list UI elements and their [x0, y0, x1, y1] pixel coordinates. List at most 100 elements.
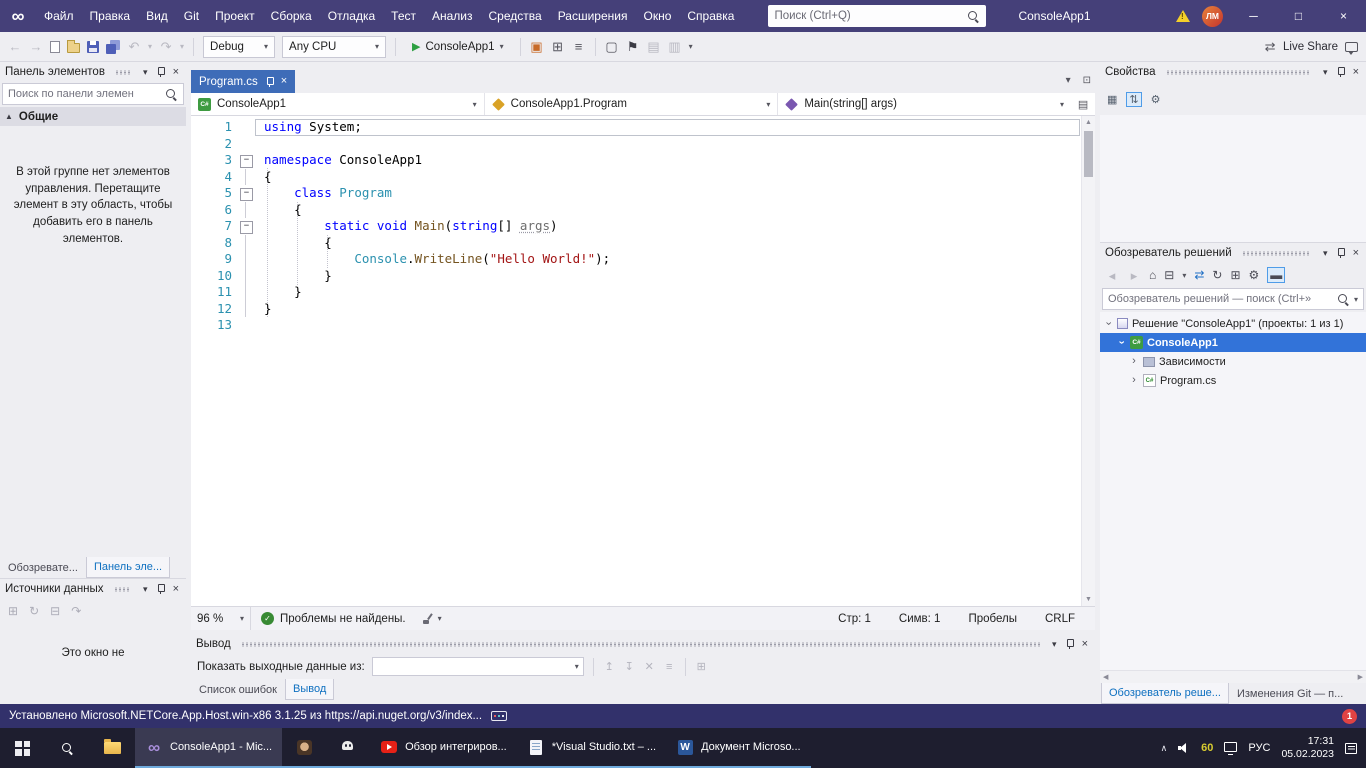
close-icon[interactable]: ×: [171, 583, 181, 595]
menu-item[interactable]: Сборка: [263, 0, 320, 32]
tab-close-icon[interactable]: ×: [281, 76, 287, 87]
properties-icon[interactable]: ⚙: [1249, 268, 1260, 282]
taskbar-app-youtube[interactable]: Обзор интегриров...: [370, 728, 517, 768]
code-line[interactable]: 9 Console.WriteLine("Hello World!");: [191, 251, 1081, 268]
code-line[interactable]: 3namespace ConsoleApp1: [191, 152, 1081, 169]
toolbar-overflow-icon[interactable]: ▾: [689, 42, 693, 51]
no-problems-icon[interactable]: ✓: [261, 612, 274, 625]
solution-horizontal-scrollbar[interactable]: ◀ ▶: [1100, 670, 1366, 683]
chevron-down-icon[interactable]: ▾: [141, 67, 150, 78]
properties-header[interactable]: Свойства ▾ ×: [1100, 62, 1366, 82]
menu-item[interactable]: Проект: [207, 0, 263, 32]
scroll-down-icon[interactable]: ▼: [1082, 593, 1095, 606]
menu-item[interactable]: Git: [176, 0, 207, 32]
notifications-warning-icon[interactable]: !: [1176, 10, 1190, 22]
property-pages-icon[interactable]: ⚙: [1151, 93, 1161, 106]
menu-item[interactable]: Правка: [82, 0, 139, 32]
toolbar-icon[interactable]: ▥: [668, 40, 682, 53]
code-line[interactable]: 11 }: [191, 284, 1081, 301]
platform-dropdown[interactable]: Any CPU ▾: [282, 36, 386, 58]
fold-collapse-icon[interactable]: [237, 152, 254, 169]
tab-pin-icon[interactable]: [265, 76, 274, 88]
tree-item[interactable]: ›Решение "ConsoleApp1" (проекты: 1 из 1): [1100, 314, 1366, 333]
fold-collapse-icon[interactable]: [237, 218, 254, 235]
close-button[interactable]: ×: [1321, 0, 1366, 32]
taskbar-app-notepad[interactable]: *Visual Studio.txt – ...: [517, 728, 666, 768]
undo-icon[interactable]: ↶: [127, 40, 141, 53]
new-file-icon[interactable]: [50, 41, 60, 53]
code-line[interactable]: 6 {: [191, 202, 1081, 219]
toolbox-search-input[interactable]: Поиск по панели элемен: [2, 83, 184, 105]
expander-chevron-icon[interactable]: ›: [1116, 338, 1127, 348]
scroll-right-icon[interactable]: ▶: [1358, 673, 1363, 681]
quick-search-input[interactable]: Поиск (Ctrl+Q): [768, 5, 986, 27]
code-line[interactable]: 13: [191, 317, 1081, 334]
close-icon[interactable]: ×: [171, 66, 181, 78]
taskbar-search-button[interactable]: [45, 728, 90, 768]
tree-item[interactable]: ›C#Program.cs: [1100, 371, 1366, 390]
close-icon[interactable]: ×: [1351, 247, 1361, 259]
redo-icon[interactable]: ↷: [159, 40, 173, 53]
toolbar-icon[interactable]: ⊞: [551, 40, 565, 53]
panel-tab[interactable]: Изменения Git — п...: [1230, 683, 1350, 704]
code-cleanup-icon[interactable]: [422, 613, 434, 625]
tree-item[interactable]: ›Зависимости: [1100, 352, 1366, 371]
start-debugging-button[interactable]: ▶ ConsoleApp1 ▾: [405, 35, 511, 59]
toolbar-icon[interactable]: ▢: [605, 40, 619, 53]
refresh-icon[interactable]: ↻: [1212, 268, 1222, 282]
refresh-icon[interactable]: ↻: [29, 604, 39, 618]
panel-tab[interactable]: Список ошибок: [192, 679, 284, 700]
alphabetical-icon[interactable]: ⇅: [1126, 92, 1141, 107]
code-line[interactable]: 10 }: [191, 268, 1081, 285]
toolbar-icon[interactable]: ≡: [572, 40, 586, 53]
configuration-dropdown[interactable]: Debug ▾: [203, 36, 275, 58]
volume-icon[interactable]: [1178, 743, 1190, 753]
nest-files-icon[interactable]: ⊞: [1230, 268, 1240, 282]
toolbox-header[interactable]: Панель элементов ▾ ×: [0, 62, 186, 82]
file-explorer-button[interactable]: [90, 728, 135, 768]
open-file-icon[interactable]: [67, 43, 80, 53]
document-well-options-icon[interactable]: ⊡: [1083, 75, 1091, 86]
panel-grab-handle[interactable]: [241, 642, 1040, 647]
tray-expand-icon[interactable]: ∧: [1161, 743, 1168, 754]
filter-chevron-icon[interactable]: ▾: [1182, 271, 1186, 280]
menu-item[interactable]: Отладка: [320, 0, 383, 32]
panel-grab-handle[interactable]: [115, 70, 131, 75]
taskbar-app-word[interactable]: Документ Microso...: [666, 728, 811, 768]
clear-all-icon[interactable]: ✕: [643, 660, 656, 673]
chevron-down-icon[interactable]: ▾: [438, 614, 442, 623]
menu-item[interactable]: Средства: [481, 0, 550, 32]
close-icon[interactable]: ×: [1351, 66, 1361, 78]
output-settings-icon[interactable]: ⊞: [695, 660, 708, 673]
panel-grab-handle[interactable]: [1166, 70, 1312, 75]
toolbar-icon[interactable]: ▤: [647, 40, 661, 53]
code-line[interactable]: 7 static void Main(string[] args): [191, 218, 1081, 235]
forward-icon[interactable]: ▸: [1127, 269, 1141, 282]
scrollbar-thumb[interactable]: [1084, 131, 1093, 177]
chevron-down-icon[interactable]: ▾: [1050, 639, 1059, 650]
panel-tab[interactable]: Вывод: [285, 679, 334, 700]
panel-tab[interactable]: Обозревате...: [1, 557, 85, 578]
active-documents-chevron-icon[interactable]: ▾: [1066, 75, 1071, 86]
back-icon[interactable]: ◂: [1105, 269, 1119, 282]
chevron-down-icon[interactable]: ▾: [1321, 67, 1330, 78]
fold-collapse-icon[interactable]: [237, 185, 254, 202]
maximize-button[interactable]: □: [1276, 0, 1321, 32]
navbar-type-dropdown[interactable]: ConsoleApp1.Program ▾: [485, 93, 779, 115]
home-icon[interactable]: ⌂: [1149, 268, 1156, 282]
add-data-source-icon[interactable]: ⊞: [8, 604, 18, 618]
zoom-dropdown[interactable]: 96 % ▾: [191, 607, 251, 630]
menu-item[interactable]: Расширения: [550, 0, 636, 32]
code-editor[interactable]: 1using System;23namespace ConsoleApp14{5…: [191, 116, 1095, 606]
expander-chevron-icon[interactable]: ›: [1129, 375, 1139, 386]
start-button[interactable]: [0, 728, 45, 768]
action-center-icon[interactable]: [1345, 743, 1357, 754]
taskbar-app-skull[interactable]: [326, 728, 370, 768]
code-line[interactable]: 1using System;: [191, 119, 1081, 136]
output-header[interactable]: Вывод ▾ ×: [191, 634, 1095, 654]
hot-reload-icon[interactable]: ▣: [530, 40, 544, 53]
navbar-project-dropdown[interactable]: C# ConsoleApp1 ▾: [191, 93, 485, 115]
menu-item[interactable]: Вид: [138, 0, 176, 32]
clock[interactable]: 17:31 05.02.2023: [1281, 735, 1334, 761]
categorized-icon[interactable]: ▦: [1107, 93, 1117, 106]
